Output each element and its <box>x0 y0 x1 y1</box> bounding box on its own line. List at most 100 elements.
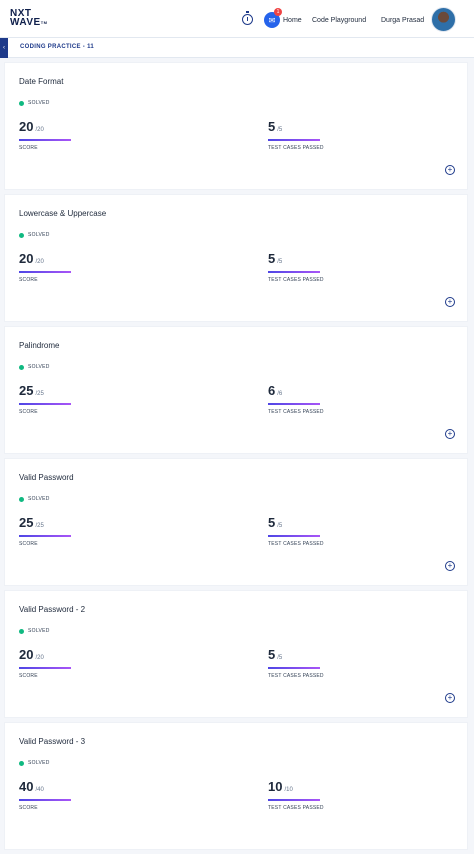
plus-circle-icon[interactable]: + <box>445 297 455 307</box>
problem-card[interactable]: Lowercase & Uppercase SOLVED 20/20 SCORE … <box>4 194 468 322</box>
score-value: 20 <box>19 119 34 134</box>
score-value: 20 <box>19 251 34 266</box>
status-dot-icon <box>19 364 24 370</box>
score-metric: 20/20 SCORE <box>19 118 71 151</box>
tests-label: TEST CASES PASSED <box>268 673 324 679</box>
tests-value: 10 <box>268 779 283 794</box>
tests-total: /10 <box>284 787 293 793</box>
score-metric: 20/20 SCORE <box>19 250 71 283</box>
score-label: SCORE <box>19 145 38 151</box>
tests-total: /5 <box>277 259 283 265</box>
status-dot-icon <box>19 628 24 634</box>
tests-metric: 5/5 TEST CASES PASSED <box>268 250 324 283</box>
score-bar <box>19 535 71 537</box>
avatar[interactable] <box>431 7 456 32</box>
score-value: 40 <box>19 779 34 794</box>
score-total: /20 <box>35 655 44 661</box>
score-bar <box>19 139 71 141</box>
tests-value: 5 <box>268 515 276 530</box>
notification-badge: 1 <box>274 8 282 16</box>
tests-metric: 5/5 TEST CASES PASSED <box>268 514 324 547</box>
tests-metric: 5/5 TEST CASES PASSED <box>268 646 324 679</box>
score-value: 25 <box>19 383 34 398</box>
tests-value: 5 <box>268 119 276 134</box>
tests-label: TEST CASES PASSED <box>268 277 324 283</box>
plus-circle-icon[interactable]: + <box>445 429 455 439</box>
nav-home-link[interactable]: Home <box>283 17 302 24</box>
tests-metric: 10/10 TEST CASES PASSED <box>268 778 324 811</box>
score-bar <box>19 271 71 273</box>
problem-title: Valid Password - 3 <box>19 737 86 746</box>
problem-title: Date Format <box>19 77 64 86</box>
tests-label: TEST CASES PASSED <box>268 409 324 415</box>
problem-card[interactable]: Valid Password - 2 SOLVED 20/20 SCORE 5/5… <box>4 590 468 718</box>
status-badge: SOLVED <box>19 628 50 634</box>
problem-card[interactable]: Valid Password - 3 SOLVED 40/40 SCORE 10/… <box>4 722 468 850</box>
top-navbar: NXT WAVETM ✉ 1 Home Code Playground Durg… <box>0 0 474 38</box>
score-label: SCORE <box>19 805 38 811</box>
tests-label: TEST CASES PASSED <box>268 541 324 547</box>
score-metric: 25/25 SCORE <box>19 382 71 415</box>
score-total: /25 <box>35 523 44 529</box>
score-metric: 20/20 SCORE <box>19 646 71 679</box>
tests-total: /6 <box>277 391 283 397</box>
status-badge: SOLVED <box>19 100 50 106</box>
breadcrumb: CODING PRACTICE - 11 <box>20 44 95 50</box>
tests-label: TEST CASES PASSED <box>268 145 324 151</box>
logo-line-2: WAVETM <box>10 17 48 28</box>
problem-title: Valid Password - 2 <box>19 605 86 614</box>
score-bar <box>19 667 71 669</box>
tests-bar <box>268 271 320 273</box>
plus-circle-icon[interactable]: + <box>445 693 455 703</box>
status-badge: SOLVED <box>19 232 50 238</box>
status-dot-icon <box>19 496 24 502</box>
stopwatch-icon[interactable] <box>242 11 253 25</box>
problem-card[interactable]: Valid Password SOLVED 25/25 SCORE 5/5 TEST… <box>4 458 468 586</box>
score-label: SCORE <box>19 673 38 679</box>
tests-metric: 6/6 TEST CASES PASSED <box>268 382 324 415</box>
user-name[interactable]: Durga Prasad <box>381 17 424 24</box>
nav-code-playground-link[interactable]: Code Playground <box>312 17 366 24</box>
score-label: SCORE <box>19 277 38 283</box>
problem-list: Date Format SOLVED 20/20 SCORE 5/5 TEST CA… <box>4 62 468 854</box>
score-total: /25 <box>35 391 44 397</box>
score-total: /20 <box>35 127 44 133</box>
score-bar <box>19 403 71 405</box>
plus-circle-icon[interactable]: + <box>445 165 455 175</box>
score-total: /20 <box>35 259 44 265</box>
status-badge: SOLVED <box>19 760 50 766</box>
tests-value: 5 <box>268 647 276 662</box>
problem-card[interactable]: Date Format SOLVED 20/20 SCORE 5/5 TEST CA… <box>4 62 468 190</box>
status-badge: SOLVED <box>19 496 50 502</box>
tests-bar <box>268 667 320 669</box>
tests-total: /5 <box>277 127 283 133</box>
status-dot-icon <box>19 232 24 238</box>
problem-title: Valid Password <box>19 473 74 482</box>
tests-value: 5 <box>268 251 276 266</box>
score-metric: 25/25 SCORE <box>19 514 71 547</box>
plus-circle-icon[interactable]: + <box>445 561 455 571</box>
problem-title: Palindrome <box>19 341 60 350</box>
tests-total: /5 <box>277 655 283 661</box>
score-value: 20 <box>19 647 34 662</box>
score-total: /40 <box>35 787 44 793</box>
score-label: SCORE <box>19 409 38 415</box>
nxtwave-logo[interactable]: NXT WAVETM <box>10 9 48 28</box>
tests-bar <box>268 139 320 141</box>
tests-bar <box>268 535 320 537</box>
problem-card[interactable]: Palindrome SOLVED 25/25 SCORE 6/6 TEST CAS… <box>4 326 468 454</box>
status-dot-icon <box>19 100 24 106</box>
score-value: 25 <box>19 515 34 530</box>
problem-title: Lowercase & Uppercase <box>19 209 107 218</box>
tests-total: /5 <box>277 523 283 529</box>
score-label: SCORE <box>19 541 38 547</box>
status-badge: SOLVED <box>19 364 50 370</box>
chevron-left-icon[interactable]: ‹ <box>0 38 8 58</box>
tests-bar <box>268 403 320 405</box>
tests-bar <box>268 799 320 801</box>
tests-metric: 5/5 TEST CASES PASSED <box>268 118 324 151</box>
status-dot-icon <box>19 760 24 766</box>
tests-value: 6 <box>268 383 276 398</box>
tests-label: TEST CASES PASSED <box>268 805 324 811</box>
score-bar <box>19 799 71 801</box>
